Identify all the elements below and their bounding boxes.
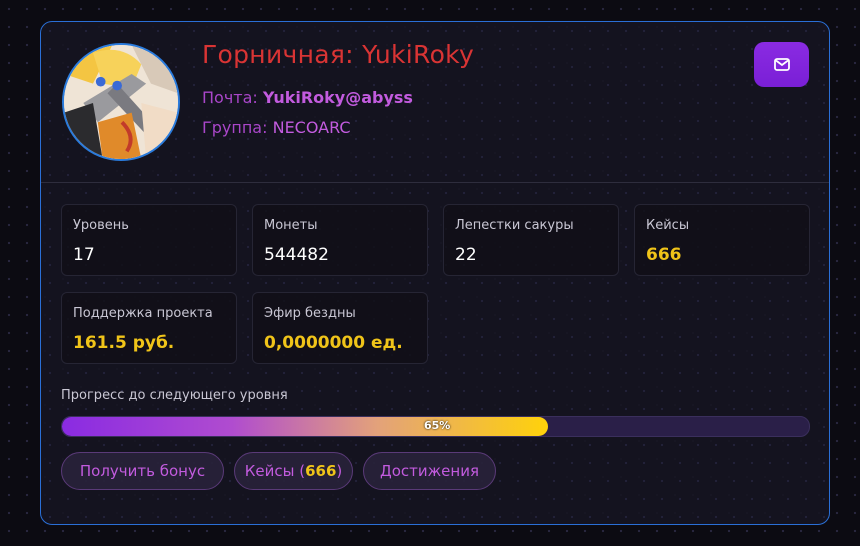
stat-ether: Эфир бездны 0,0000000 ед. — [252, 292, 428, 364]
cases-count: 666 — [305, 462, 337, 480]
stat-value: 0,0000000 ед. — [264, 333, 403, 353]
stat-support: Поддержка проекта 161.5 руб. — [61, 292, 237, 364]
group-label: Группа: — [202, 118, 268, 137]
level-progress-bar: 65% — [61, 416, 810, 437]
progress-label: Прогресс до следующего уровня — [61, 388, 288, 403]
get-bonus-label: Получить бонус — [79, 462, 206, 480]
stat-label: Уровень — [73, 218, 129, 233]
progress-percent: 65% — [424, 419, 451, 432]
stat-coins: Монеты 544482 — [252, 204, 428, 276]
achievements-button[interactable]: Достижения — [363, 452, 496, 490]
get-bonus-button[interactable]: Получить бонус — [61, 452, 224, 490]
stat-label: Лепестки сакуры — [455, 218, 574, 233]
group-line: Группа: NECOARC — [202, 118, 351, 137]
cases-suffix: ) — [336, 462, 343, 480]
achievements-label: Достижения — [380, 462, 479, 480]
stat-value: 161.5 руб. — [73, 333, 175, 353]
profile-header: Горничная: YukiRoky Почта: YukiRoky@abys… — [41, 22, 829, 183]
page-title: Горничная: YukiRoky — [202, 40, 475, 69]
stat-level: Уровень 17 — [61, 204, 237, 276]
stat-value: 17 — [73, 245, 95, 265]
cases-prefix: Кейсы ( — [244, 462, 306, 480]
stat-cases: Кейсы 666 — [634, 204, 810, 276]
email-value: YukiRoky@abyss — [262, 88, 413, 107]
envelope-icon — [773, 58, 790, 71]
mail-button[interactable] — [754, 42, 809, 87]
email-line: Почта: YukiRoky@abyss — [202, 88, 413, 107]
stat-label: Кейсы — [646, 218, 690, 233]
avatar — [62, 43, 180, 161]
stat-label: Монеты — [264, 218, 318, 233]
progress-fill — [62, 417, 548, 436]
avatar-image — [64, 45, 178, 159]
profile-card: Горничная: YukiRoky Почта: YukiRoky@abys… — [40, 21, 830, 525]
stat-value: 544482 — [264, 245, 329, 265]
group-value: NECOARC — [272, 118, 351, 137]
stat-sakura: Лепестки сакуры 22 — [443, 204, 619, 276]
stat-label: Поддержка проекта — [73, 306, 213, 321]
stat-value: 666 — [646, 245, 682, 265]
stat-value: 22 — [455, 245, 477, 265]
stat-label: Эфир бездны — [264, 306, 356, 321]
email-label: Почта: — [202, 88, 258, 107]
cases-button[interactable]: Кейсы (666) — [234, 452, 353, 490]
